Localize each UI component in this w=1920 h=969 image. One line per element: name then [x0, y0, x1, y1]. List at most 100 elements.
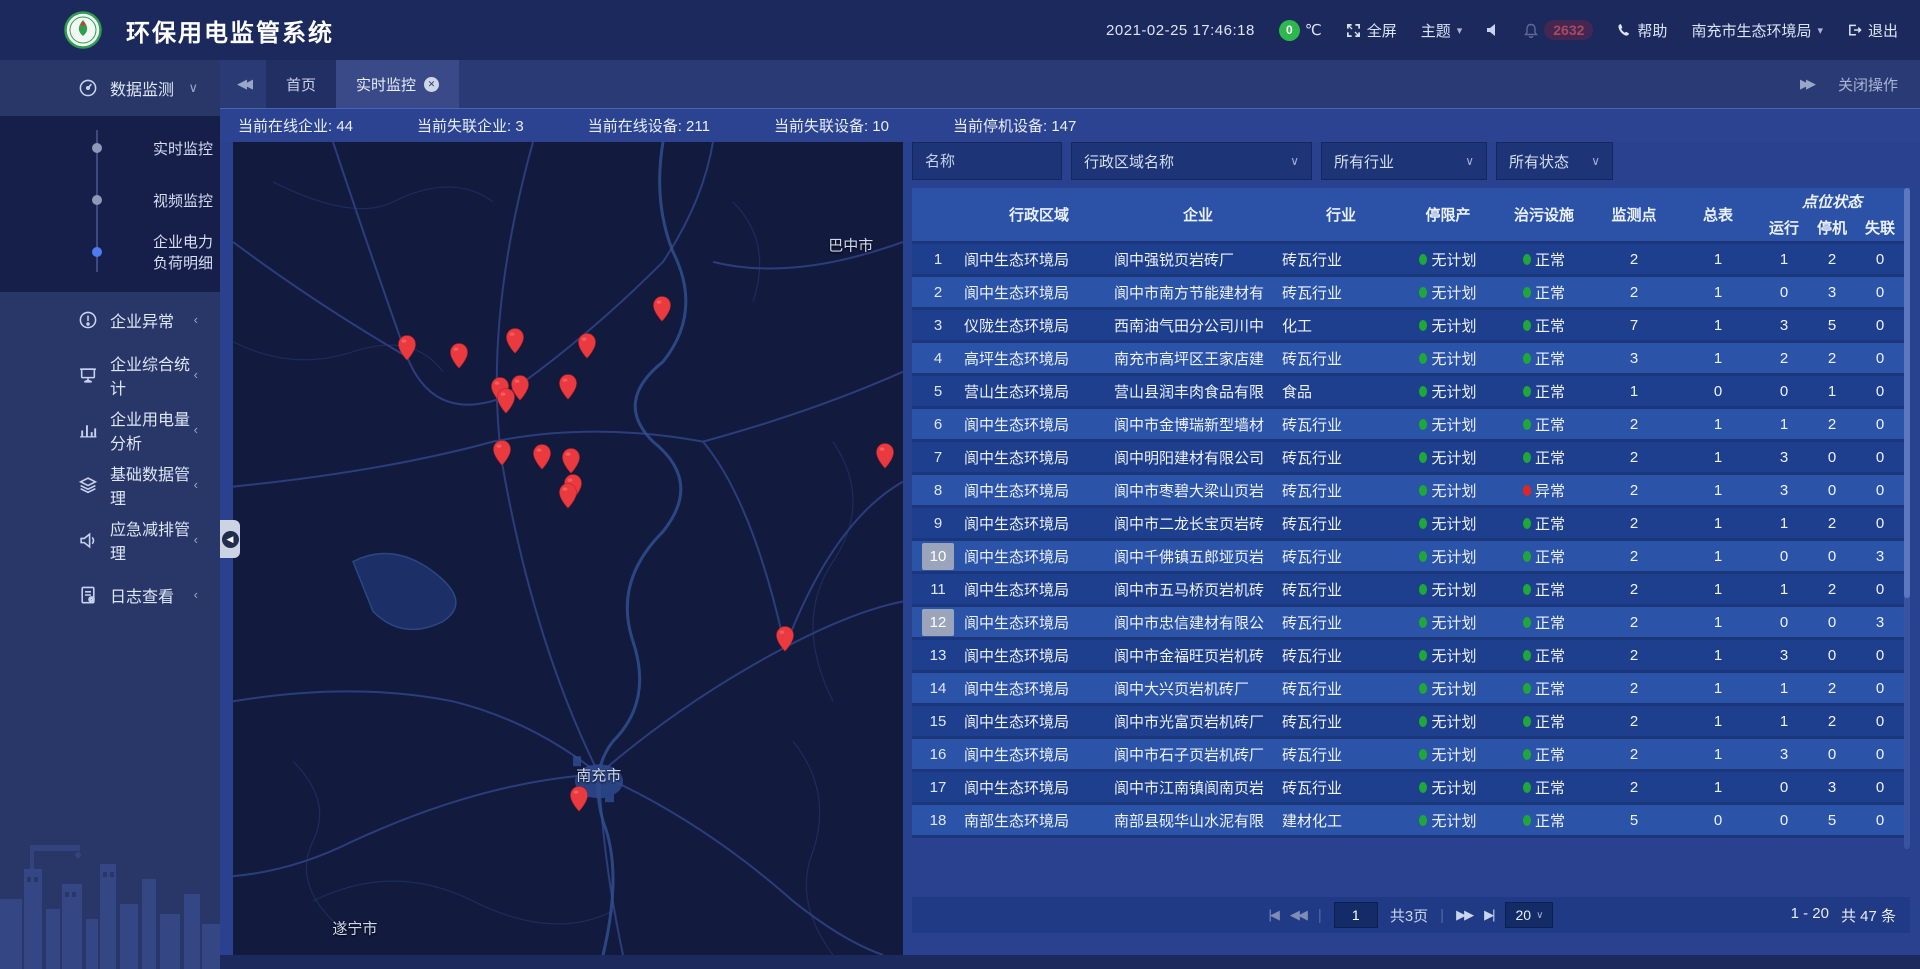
map-pin-icon[interactable]	[577, 333, 597, 365]
cell-lost-count: 3	[1856, 548, 1904, 565]
status-select[interactable]: 所有状态∨	[1496, 142, 1613, 180]
cell-down-count: 2	[1808, 251, 1856, 268]
sidebar-subitem[interactable]: 视频监控	[0, 174, 220, 226]
speaker-icon[interactable]	[1486, 23, 1500, 37]
cell-monitor-count: 2	[1592, 746, 1676, 763]
cell-region: 阆中生态环境局	[964, 777, 1114, 798]
sidebar-collapse-handle[interactable]: ◀	[220, 520, 240, 558]
sidebar-item-log[interactable]: 日志查看‹	[0, 567, 220, 622]
theme-dropdown[interactable]: 主题▾	[1421, 20, 1463, 41]
table-row[interactable]: 3仪陇生态环境局西南油气田分公司川中化工无计划正常71350	[912, 310, 1910, 343]
status-dot-icon	[1523, 551, 1531, 562]
map-pin-icon[interactable]	[558, 482, 578, 514]
org-dropdown[interactable]: 南充市生态环境局▾	[1691, 20, 1823, 41]
table-row[interactable]: 14阆中生态环境局阆中大兴页岩机砖厂砖瓦行业无计划正常21120	[912, 673, 1910, 706]
cell-run-count: 1	[1760, 515, 1808, 532]
table-row[interactable]: 10阆中生态环境局阆中千佛镇五郎垭页岩砖瓦行业无计划正常21003	[912, 541, 1910, 574]
cell-run-count: 1	[1760, 680, 1808, 697]
table-row[interactable]: 17阆中生态环境局阆中市江南镇阆南页岩砖瓦行业无计划正常21030	[912, 772, 1910, 805]
map-pin-icon[interactable]	[558, 374, 578, 406]
table-row[interactable]: 15阆中生态环境局阆中市光富页岩机砖厂砖瓦行业无计划正常21120	[912, 706, 1910, 739]
table-row[interactable]: 13阆中生态环境局阆中市金福旺页岩机砖砖瓦行业无计划正常21300	[912, 640, 1910, 673]
tab-realtime-monitor[interactable]: 实时监控✕	[336, 60, 459, 108]
table-row[interactable]: 4高坪生态环境局南充市高坪区王家店建砖瓦行业无计划正常31220	[912, 343, 1910, 376]
name-search-input[interactable]	[912, 142, 1062, 180]
table-row[interactable]: 16阆中生态环境局阆中市石子页岩机砖厂砖瓦行业无计划正常21300	[912, 739, 1910, 772]
first-page-button[interactable]: |◀	[1269, 907, 1278, 923]
cell-region: 阆中生态环境局	[964, 711, 1114, 732]
table-row[interactable]: 2阆中生态环境局阆中市南方节能建材有砖瓦行业无计划正常21030	[912, 277, 1910, 310]
map-pin-icon[interactable]	[505, 328, 525, 360]
last-page-button[interactable]: ▶|	[1484, 907, 1493, 923]
sidebar-subitem[interactable]: 实时监控	[0, 122, 220, 174]
cell-enterprise: 阆中市南方节能建材有	[1114, 282, 1282, 303]
status-dot-icon	[1523, 815, 1531, 826]
cell-industry: 砖瓦行业	[1282, 612, 1400, 633]
table-scrollbar[interactable]	[1904, 188, 1910, 849]
cell-run-count: 1	[1760, 713, 1808, 730]
cell-down-count: 2	[1808, 416, 1856, 433]
sidebar-item-screen[interactable]: 企业综合统计‹	[0, 347, 220, 402]
cell-row-number: 13	[912, 647, 964, 664]
cell-total-meter: 0	[1676, 812, 1760, 829]
map-panel[interactable]: 巴中市南充市遂宁市	[233, 142, 903, 955]
prev-page-button[interactable]: ◀◀	[1290, 907, 1306, 923]
table-row[interactable]: 9阆中生态环境局阆中市二龙长宝页岩砖砖瓦行业无计划正常21120	[912, 508, 1910, 541]
bottom-strip	[220, 955, 1920, 969]
sidebar-item-alert[interactable]: 企业异常‹	[0, 292, 220, 347]
map-pin-icon[interactable]	[397, 334, 417, 366]
cell-enterprise: 阆中市金福旺页岩机砖	[1114, 645, 1282, 666]
table-row[interactable]: 18南部生态环境局南部县砚华山水泥有限建材化工无计划正常50050	[912, 805, 1910, 838]
tab-home[interactable]: 首页	[266, 60, 336, 108]
sidebar-subitem[interactable]: 企业电力负荷明细	[0, 226, 220, 278]
page-size-select[interactable]: 20∨	[1505, 902, 1553, 928]
table-row[interactable]: 1阆中生态环境局阆中强锐页岩砖厂砖瓦行业无计划正常21120	[912, 244, 1910, 277]
cell-facility-status: 正常	[1496, 579, 1592, 600]
map-pin-icon[interactable]	[449, 342, 469, 374]
status-dot-icon	[1523, 650, 1531, 661]
map-pin-icon[interactable]	[496, 388, 516, 420]
column-group-point-status: 点位状态 运行 停机 失联	[1760, 188, 1904, 241]
cell-row-number: 14	[912, 680, 964, 697]
tab-close-icon[interactable]: ✕	[424, 77, 439, 92]
table-row[interactable]: 11阆中生态环境局阆中市五马桥页岩机砖砖瓦行业无计划正常21120	[912, 574, 1910, 607]
next-page-button[interactable]: ▶▶	[1456, 907, 1472, 923]
map-pin-icon[interactable]	[652, 295, 672, 327]
status-dot-icon	[1523, 518, 1531, 529]
phone-icon	[1617, 23, 1631, 37]
close-operations-button[interactable]: 关闭操作	[1838, 74, 1898, 95]
logout-button[interactable]: 退出	[1847, 20, 1898, 41]
sidebar-item-gauge[interactable]: 数据监测∨	[0, 60, 220, 116]
cell-region: 仪陇生态环境局	[964, 315, 1114, 336]
notifications[interactable]: 2632	[1524, 20, 1593, 40]
map-pin-icon[interactable]	[875, 442, 895, 474]
chevron-left-icon: ‹	[194, 477, 198, 492]
sidebar-item-bars[interactable]: 企业用电量分析‹	[0, 402, 220, 457]
map-pin-icon[interactable]	[775, 625, 795, 657]
cell-enterprise: 阆中市江南镇阆南页岩	[1114, 777, 1282, 798]
industry-select[interactable]: 所有行业∨	[1321, 142, 1487, 180]
fullscreen-button[interactable]: 全屏	[1346, 20, 1397, 41]
table-row[interactable]: 7阆中生态环境局阆中明阳建材有限公司砖瓦行业无计划正常21300	[912, 442, 1910, 475]
tabs-scroll-right-button[interactable]: ▶▶	[1800, 76, 1812, 92]
table-row[interactable]: 5营山生态环境局营山县润丰肉食品有限食品无计划正常10010	[912, 376, 1910, 409]
sidebar-item-layers[interactable]: 基础数据管理‹	[0, 457, 220, 512]
tabs-scroll-left-button[interactable]: ◀◀	[220, 60, 266, 108]
sidebar-item-horn[interactable]: 应急减排管理‹	[0, 512, 220, 567]
cell-monitor-count: 2	[1592, 548, 1676, 565]
table-row[interactable]: 6阆中生态环境局阆中市金博瑞新型墙材砖瓦行业无计划正常21120	[912, 409, 1910, 442]
table-row[interactable]: 12阆中生态环境局阆中市忠信建材有限公砖瓦行业无计划正常21003	[912, 607, 1910, 640]
skyline-decoration-image	[0, 809, 220, 969]
page-number-input[interactable]	[1334, 902, 1378, 928]
help-button[interactable]: 帮助	[1617, 20, 1667, 41]
cell-run-count: 2	[1760, 350, 1808, 367]
region-select[interactable]: 行政区域名称∨	[1071, 142, 1312, 180]
map-city-label: 巴中市	[828, 235, 873, 256]
cell-enterprise: 南充市高坪区王家店建	[1114, 348, 1282, 369]
status-dot-icon	[1419, 749, 1427, 760]
map-pin-icon[interactable]	[569, 785, 589, 817]
map-pin-icon[interactable]	[532, 443, 552, 475]
cell-run-count: 0	[1760, 614, 1808, 631]
table-row[interactable]: 8阆中生态环境局阆中市枣碧大梁山页岩砖瓦行业无计划异常21300	[912, 475, 1910, 508]
map-pin-icon[interactable]	[492, 440, 512, 472]
